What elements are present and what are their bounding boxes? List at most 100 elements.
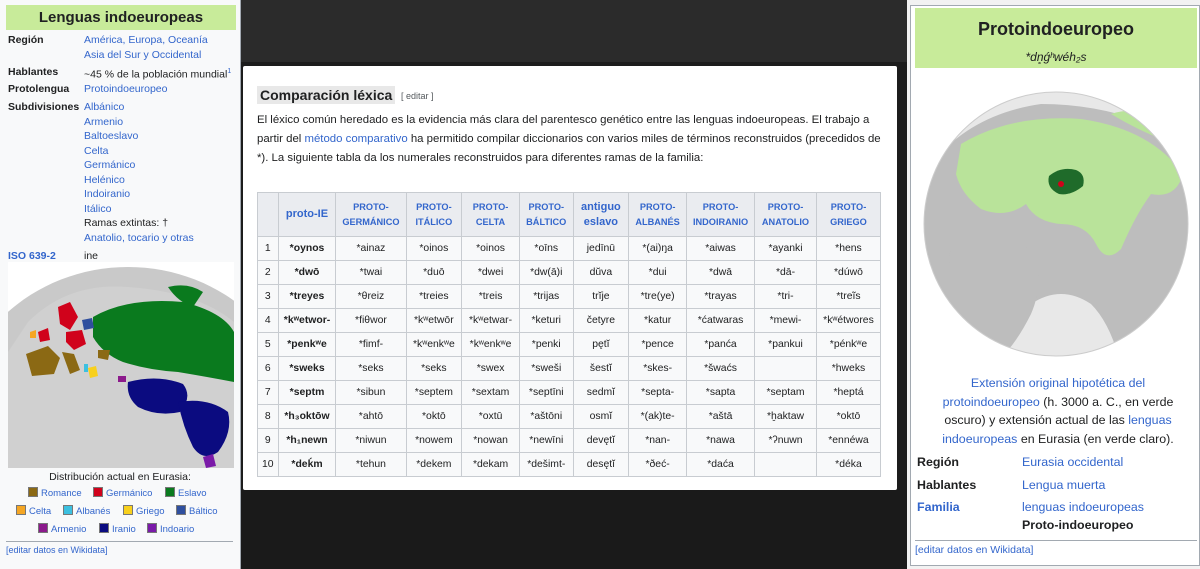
table-cell: *heptá xyxy=(815,380,882,405)
table-row: 3 *treyes *θreiz *treies *treis *trijas trĭje *… xyxy=(257,284,882,309)
left-infobox: Lenguas indoeuropeas Región América, Eur… xyxy=(0,0,241,569)
table-cell: *kʷetwōr xyxy=(405,308,463,333)
subdivision-item[interactable]: Celta xyxy=(84,144,234,159)
table-cell: *dw(ā)i xyxy=(518,260,574,285)
table-cell: trĭje xyxy=(572,284,630,309)
right-region-key: Región xyxy=(917,455,959,469)
pie-numeral-cell: *penkʷe xyxy=(277,332,337,357)
table-cell: *seks xyxy=(335,356,407,381)
subdivision-item[interactable]: Indoiranio xyxy=(84,187,234,202)
legend-germanic[interactable]: Germánico xyxy=(93,487,152,499)
region-value-1[interactable]: América, Europa, Oceanía xyxy=(84,33,234,48)
legend-baltic[interactable]: Báltico xyxy=(176,505,218,517)
table-header-cell[interactable]: PROTO-GERMÁNICO xyxy=(335,192,407,237)
table-cell: *trayas xyxy=(685,284,756,309)
legend-slavic[interactable]: Eslavo xyxy=(165,487,207,499)
speakers-key: Hablantes xyxy=(8,66,59,78)
table-cell: *niwun xyxy=(335,428,407,453)
table-cell: *septam xyxy=(754,380,817,405)
subdivision-item[interactable]: Albánico xyxy=(84,100,234,115)
right-edit-wikidata-link[interactable]: [editar datos en Wikidata] xyxy=(915,540,1197,556)
subdivision-item[interactable]: Germánico xyxy=(84,158,234,173)
table-cell: *mewi- xyxy=(754,308,817,333)
table-cell: četyre xyxy=(572,308,630,333)
table-header-cell[interactable]: PROTO-INDOIRANIO xyxy=(685,192,756,237)
table-cell: *dā- xyxy=(754,260,817,285)
legend-indoaryan[interactable]: Indoario xyxy=(147,523,194,535)
legend-iranian[interactable]: Iranio xyxy=(99,523,136,535)
extinct-label: Ramas extintas: † xyxy=(84,217,169,229)
extinct-items[interactable]: Anatolio, tocario y otras xyxy=(84,231,234,246)
region-value-2[interactable]: Asia del Sur y Occidental xyxy=(84,48,234,63)
legend-albanian[interactable]: Albanés xyxy=(63,505,110,517)
table-cell: *trijas xyxy=(518,284,574,309)
table-header-row: proto-IE PROTO-GERMÁNICO PROTO-ITÁLICO P… xyxy=(257,192,882,237)
table-cell: *oīns xyxy=(518,236,574,261)
table-cell: *septīni xyxy=(518,380,574,405)
right-family-key[interactable]: Familia xyxy=(917,500,960,514)
table-cell: *keturi xyxy=(518,308,574,333)
right-speakers-key: Hablantes xyxy=(917,478,977,492)
table-cell: *kʷétwores xyxy=(815,308,882,333)
table-cell: *oxtū xyxy=(461,404,520,429)
table-cell: *daća xyxy=(685,452,756,477)
speakers-ref[interactable]: 1 xyxy=(227,68,231,75)
pie-numeral-cell: *oynos xyxy=(277,236,337,261)
table-cell: *dwā xyxy=(685,260,756,285)
table-cell: *septem xyxy=(405,380,463,405)
numerals-table: proto-IE PROTO-GERMÁNICO PROTO-ITÁLICO P… xyxy=(257,192,882,477)
section-paragraph: El léxico común heredado es la evidencia… xyxy=(257,114,881,164)
table-cell: *dešimt- xyxy=(518,452,574,477)
table-cell: jedīnū xyxy=(572,236,630,261)
table-cell: *kʷetwar- xyxy=(461,308,520,333)
table-cell: osmĭ xyxy=(572,404,630,429)
eurasia-distribution-map[interactable] xyxy=(8,262,234,468)
table-header-cell[interactable]: proto-IE xyxy=(277,192,337,237)
subdivision-item[interactable]: Baltoeslavo xyxy=(84,129,234,144)
protolanguage-key: Protolengua xyxy=(8,83,70,95)
table-cell: *kʷenkʷe xyxy=(405,332,463,357)
table-header-cell[interactable]: PROTO-BÁLTICO xyxy=(518,192,574,237)
subdivision-item[interactable]: Itálico xyxy=(84,202,234,217)
pie-extension-globe-map[interactable] xyxy=(921,74,1191,366)
table-cell: *skes- xyxy=(628,356,687,381)
legend-armenian[interactable]: Armenio xyxy=(38,523,86,535)
table-cell: *(ak)te- xyxy=(628,404,687,429)
right-family-value[interactable]: lenguas indoeuropeas xyxy=(1022,500,1144,514)
row-number-cell: 5 xyxy=(257,332,279,357)
right-speakers-value[interactable]: Lengua muerta xyxy=(1022,478,1105,492)
legend-celtic[interactable]: Celta xyxy=(16,505,51,517)
table-cell: *nowan xyxy=(461,428,520,453)
comparative-method-link[interactable]: método comparativo xyxy=(304,133,407,145)
row-number-cell: 2 xyxy=(257,260,279,285)
subdivision-item[interactable]: Helénico xyxy=(84,173,234,188)
subdivision-item[interactable]: Armenio xyxy=(84,115,234,130)
table-cell: dŭva xyxy=(572,260,630,285)
left-edit-wikidata-link[interactable]: [editar datos en Wikidata] xyxy=(6,541,233,559)
table-cell: *(ai)ŋa xyxy=(628,236,687,261)
table-cell: sedmĭ xyxy=(572,380,630,405)
table-header-cell[interactable]: PROTO-ALBANÉS xyxy=(628,192,687,237)
table-row: 6 *sweks *seks *seks *swex *sweši šestĭ *skes- *… xyxy=(257,356,882,381)
pie-numeral-cell: *h₃oktōw xyxy=(277,404,337,429)
table-cell: *ʔnuwn xyxy=(754,428,817,453)
table-row: 5 *penkʷe *fimf- *kʷenkʷe *kʷenkʷe *penki pętĭ… xyxy=(257,332,882,357)
table-header-cell[interactable]: PROTO-ITÁLICO xyxy=(405,192,463,237)
table-cell: *ayanki xyxy=(754,236,817,261)
section-edit-link[interactable]: [ editar ] xyxy=(401,91,434,101)
table-cell: *aštōni xyxy=(518,404,574,429)
table-cell: *ennéwa xyxy=(815,428,882,453)
table-header-cell[interactable]: PROTO-ANATOLIO xyxy=(754,192,817,237)
legend-greek[interactable]: Griego xyxy=(123,505,165,517)
table-header-cell[interactable]: antiguo eslavo xyxy=(572,192,630,237)
protolanguage-value[interactable]: Protoindoeuropeo xyxy=(84,83,167,95)
table-row: 9 *h₁newn *niwun *nowem *nowan *newīni devętĭ *… xyxy=(257,428,882,453)
pie-numeral-cell: *sweks xyxy=(277,356,337,381)
right-region-value[interactable]: Eurasia occidental xyxy=(1022,455,1123,469)
legend-romance[interactable]: Romance xyxy=(28,487,82,499)
table-row: 1 *oynos *ainaz *oinos *oinos *oīns jedīnū *(ai… xyxy=(257,236,882,261)
table-cell: pętĭ xyxy=(572,332,630,357)
table-cell: devętĭ xyxy=(572,428,630,453)
table-header-cell[interactable]: PROTO-CELTA xyxy=(461,192,520,237)
table-header-cell[interactable]: PROTO-GRIEGO xyxy=(815,192,882,237)
